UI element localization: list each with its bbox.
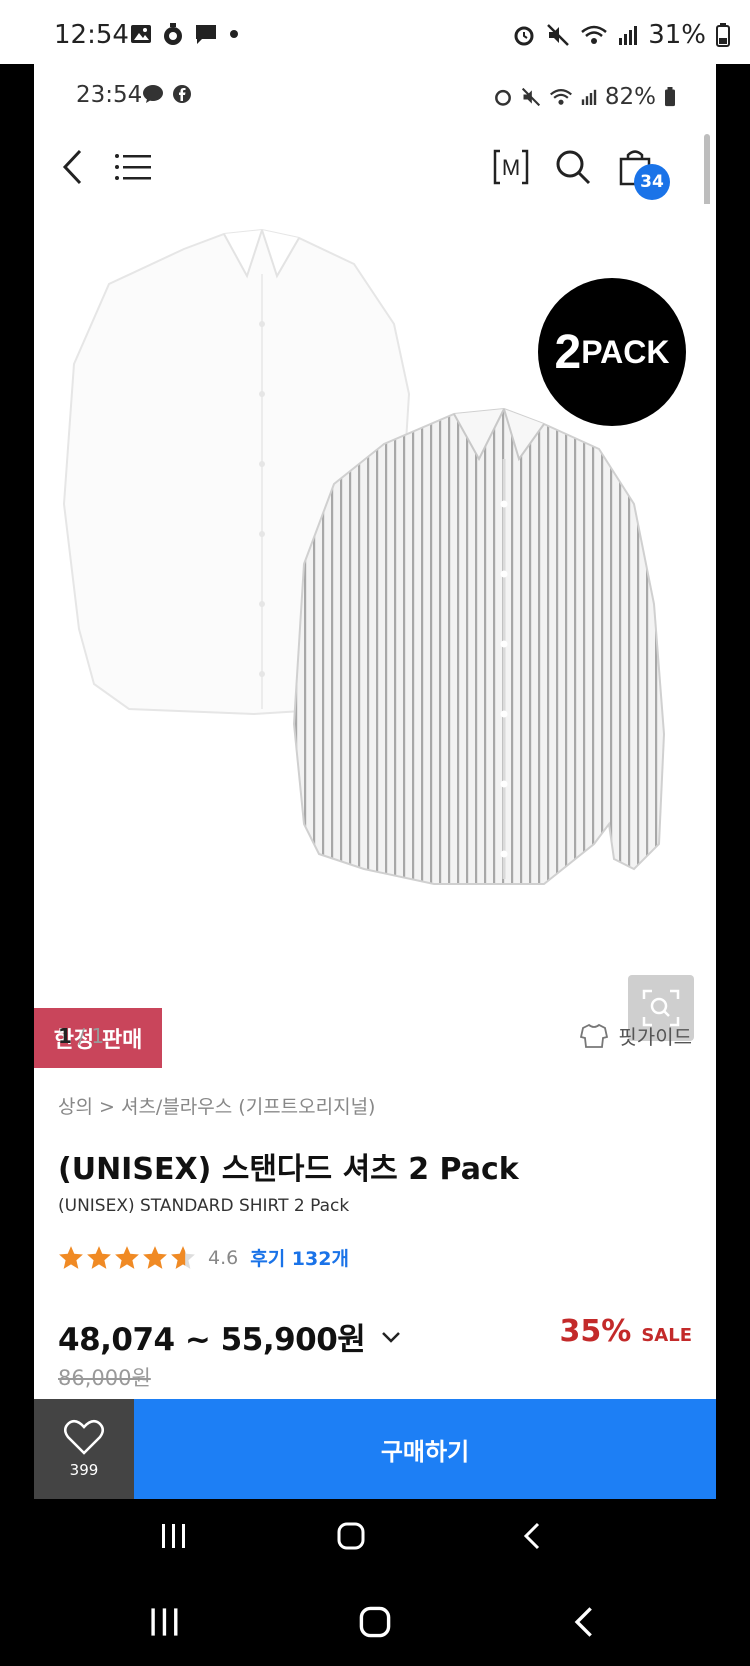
kakaotalk-icon bbox=[143, 85, 163, 103]
device-notification-icons bbox=[130, 22, 240, 46]
inner-mute-icon bbox=[521, 87, 540, 107]
star-icon bbox=[87, 1246, 111, 1269]
bottom-action-bar: 399 구매하기 bbox=[34, 1399, 716, 1499]
rating-row: 4.6 후기 132개 bbox=[58, 1244, 349, 1271]
device-battery-level: 31% bbox=[648, 20, 706, 50]
device-navigation-bar bbox=[0, 1583, 750, 1666]
discount-badge: 35% SALE bbox=[560, 1314, 692, 1349]
inner-alarm-icon bbox=[494, 89, 511, 106]
heart-icon bbox=[64, 1419, 104, 1455]
device-time: 12:54 bbox=[54, 20, 129, 50]
search-button[interactable] bbox=[548, 142, 598, 192]
app-screen: 23:54 82% M 34 2 PACK 한정 판매 1 / 1 핏가이드 상… bbox=[34, 64, 716, 1499]
buy-button[interactable]: 구매하기 bbox=[134, 1399, 716, 1499]
back-icon[interactable] bbox=[568, 1605, 602, 1639]
facebook-icon bbox=[173, 85, 191, 103]
inner-navigation-bar bbox=[34, 1499, 716, 1583]
shirt-outline-icon bbox=[580, 1023, 609, 1048]
price-row[interactable]: 48,074 ~ 55,900원 bbox=[58, 1314, 401, 1359]
star-icon bbox=[59, 1246, 83, 1269]
battery-icon bbox=[716, 23, 730, 47]
inner-back-icon[interactable] bbox=[518, 1521, 548, 1551]
device-system-icons: 31% bbox=[512, 20, 730, 50]
recent-apps-icon[interactable] bbox=[148, 1605, 182, 1639]
pack-label: PACK bbox=[581, 333, 670, 370]
like-button[interactable]: 399 bbox=[34, 1399, 134, 1499]
price-range: 48,074 ~ 55,900원 bbox=[58, 1322, 366, 1358]
search-icon bbox=[556, 150, 591, 185]
pager-current: 1 bbox=[58, 1024, 72, 1048]
home-icon[interactable] bbox=[358, 1605, 392, 1639]
star-icon bbox=[143, 1246, 167, 1269]
app-header: M 34 bbox=[34, 132, 716, 204]
original-price: 86,000원 bbox=[58, 1366, 151, 1390]
gallery-icon bbox=[131, 25, 151, 43]
star-icon bbox=[115, 1246, 139, 1269]
rating-score: 4.6 bbox=[208, 1246, 239, 1269]
message-icon bbox=[196, 25, 216, 44]
inner-system-icons: 82% bbox=[493, 84, 676, 110]
inner-battery-icon bbox=[665, 87, 675, 107]
fit-guide-label: 핏가이드 bbox=[618, 1025, 692, 1049]
chevron-left-icon bbox=[62, 149, 82, 185]
menu-button[interactable] bbox=[108, 142, 158, 192]
inner-signal-icon bbox=[581, 89, 597, 105]
inner-recent-apps-icon[interactable] bbox=[159, 1521, 189, 1551]
signal-icon bbox=[619, 26, 638, 45]
product-image[interactable]: 2 PACK 한정 판매 bbox=[34, 204, 716, 1068]
like-count: 399 bbox=[69, 1461, 99, 1479]
pack-number: 2 bbox=[554, 325, 582, 379]
inner-notification-icons bbox=[142, 84, 192, 104]
pager-total: 1 bbox=[91, 1024, 105, 1048]
sale-label: SALE bbox=[641, 1325, 692, 1346]
my-page-button[interactable]: M bbox=[486, 142, 536, 192]
pager-separator: / bbox=[71, 1024, 92, 1048]
discount-percent: 35% bbox=[559, 1314, 632, 1349]
letterbox-left bbox=[0, 64, 34, 1499]
product-title: (UNISEX) 스탠다드 셔츠 2 Pack bbox=[58, 1152, 519, 1187]
fit-guide-button[interactable]: 핏가이드 bbox=[580, 1021, 692, 1050]
chevron-down-icon bbox=[382, 1331, 401, 1343]
inner-status-bar: 23:54 82% bbox=[34, 64, 716, 132]
product-subtitle: (UNISEX) STANDARD SHIRT 2 Pack bbox=[58, 1196, 350, 1216]
timer-app-icon bbox=[164, 23, 182, 45]
dot-icon bbox=[230, 30, 238, 38]
category-breadcrumb[interactable]: 상의 > 셔츠/블라우스 (기프트오리지널) bbox=[58, 1092, 375, 1119]
cart-count-badge: 34 bbox=[634, 164, 670, 200]
image-pager: 1 / 1 bbox=[58, 1024, 104, 1048]
letterbox-right bbox=[716, 64, 750, 1499]
back-button[interactable] bbox=[48, 142, 98, 192]
inner-time: 23:54 bbox=[76, 82, 143, 108]
review-count-link[interactable]: 후기 132개 bbox=[250, 1244, 349, 1271]
wifi-icon bbox=[581, 25, 608, 44]
inner-wifi-icon bbox=[549, 89, 572, 105]
device-status-bar: 12:54 31% bbox=[0, 0, 750, 64]
mute-icon bbox=[547, 24, 570, 46]
svg-text:M: M bbox=[502, 155, 520, 180]
half-star-icon bbox=[171, 1246, 195, 1269]
m-logo-icon: M bbox=[493, 149, 529, 185]
alarm-icon bbox=[514, 26, 534, 46]
cart-button[interactable]: 34 bbox=[610, 142, 670, 200]
star-rating bbox=[58, 1245, 196, 1270]
list-menu-icon bbox=[115, 154, 151, 180]
inner-home-icon[interactable] bbox=[336, 1521, 366, 1551]
inner-battery-level: 82% bbox=[604, 84, 656, 110]
two-pack-badge: 2 PACK bbox=[538, 278, 686, 426]
